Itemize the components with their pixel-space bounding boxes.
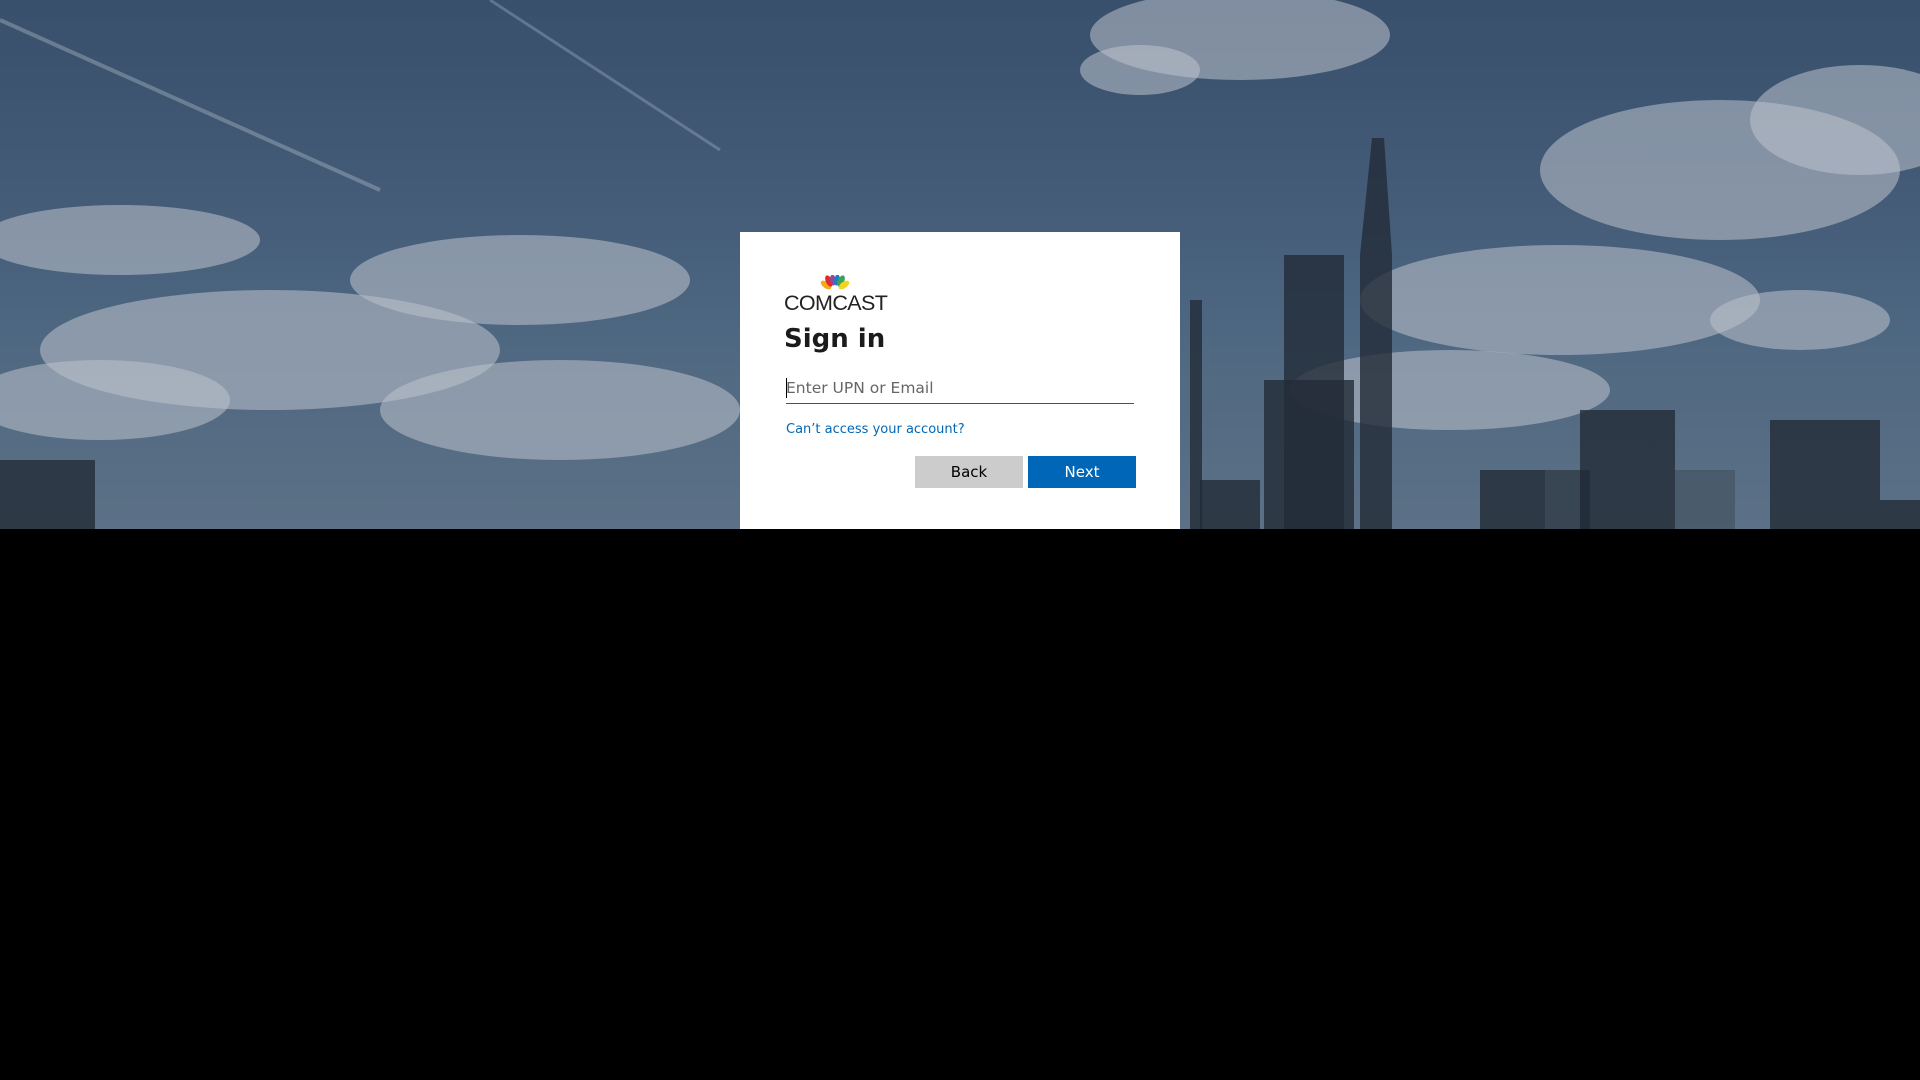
- upn-email-input[interactable]: [786, 372, 1134, 404]
- page-title: Sign in: [784, 324, 886, 354]
- comcast-logo: COMCAST: [784, 275, 888, 315]
- nbc-peacock-icon: [820, 275, 850, 290]
- lower-blank-area: [0, 529, 1920, 1080]
- signin-card: COMCAST Sign in Can’t access your accoun…: [740, 232, 1180, 529]
- back-button[interactable]: Back: [915, 456, 1023, 488]
- logo-wordmark: COMCAST: [784, 291, 888, 315]
- cant-access-account-link[interactable]: Can’t access your account?: [786, 422, 965, 437]
- next-button[interactable]: Next: [1028, 456, 1136, 488]
- text-cursor: [786, 378, 787, 398]
